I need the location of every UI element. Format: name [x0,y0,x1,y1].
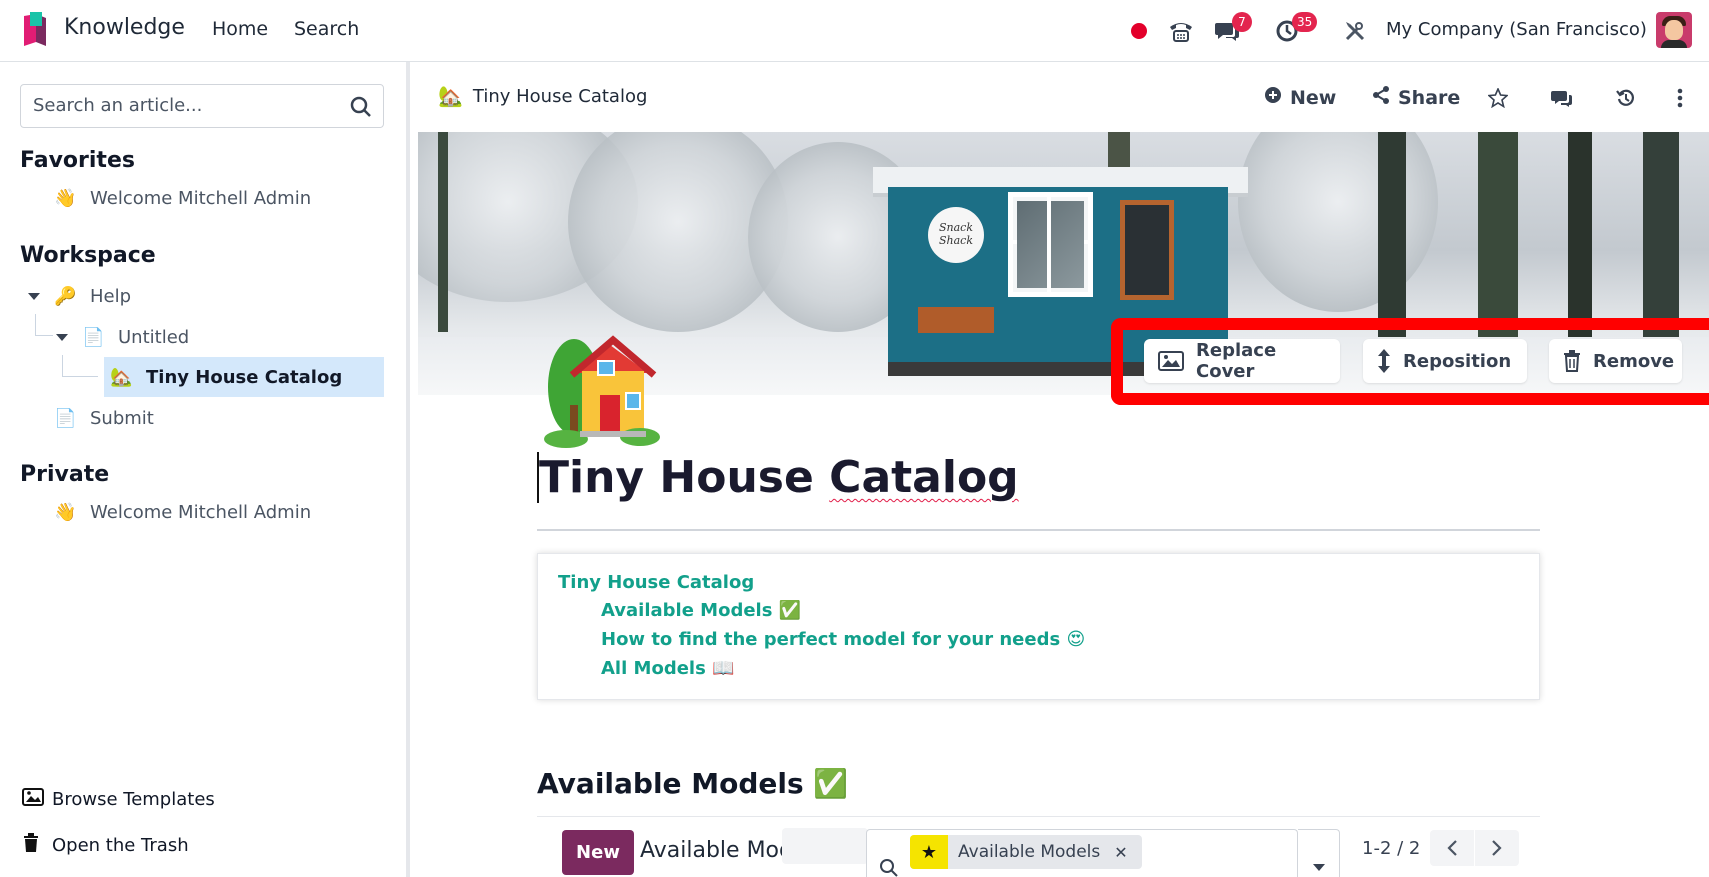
workspace-heading: Workspace [20,243,156,268]
tree-connector [62,355,98,377]
remove-label: Remove [1593,350,1675,372]
house-icon: 🏡 [110,366,133,388]
share-button[interactable]: Share [1372,86,1460,109]
pager-previous-button[interactable] [1430,830,1474,866]
collapse-untitled-caret-icon[interactable] [56,334,68,341]
breadcrumb: 🏡 Tiny House Catalog [438,84,647,108]
recording-indicator-icon[interactable] [1122,14,1156,48]
messages-count-badge: 7 [1232,12,1252,32]
share-icon [1372,86,1390,109]
tree-item-label: Help [90,285,132,307]
article-header-bar: 🏡 Tiny House Catalog New Share [414,62,1709,132]
article-search-input[interactable] [33,95,333,116]
tree-item-label: Tiny House Catalog [146,366,343,388]
toc-link[interactable]: How to find the perfect model for your n… [601,629,1085,650]
tree-item-label: Welcome Mitchell Admin [90,501,312,523]
search-icon [880,859,898,877]
reposition-button[interactable]: Reposition [1363,339,1527,383]
pager-next-button[interactable] [1475,830,1519,866]
image-icon [1158,351,1184,371]
house-icon: 🏡 [438,84,463,108]
document-icon: 📄 [82,326,105,348]
knowledge-app-icon[interactable] [22,12,48,48]
article-search-box[interactable] [20,84,384,128]
phone-icon[interactable] [1164,14,1198,48]
open-trash-button[interactable]: Open the Trash [22,833,189,858]
image-icon [22,788,52,811]
remove-facet-icon[interactable]: ✕ [1114,843,1127,862]
section-heading: Available Models ✅ [537,767,849,800]
star-filled-icon: ★ [910,835,948,869]
chevron-left-icon [1447,840,1457,856]
article-house-icon[interactable] [540,325,670,450]
key-icon: 🔑 [54,285,77,307]
workspace-item-submit[interactable]: 📄 Submit [54,398,154,438]
pager-value[interactable]: 1-2 / 2 [1362,838,1420,859]
embed-gear-ghost [782,828,868,864]
tree-item-label: Untitled [118,326,190,348]
more-options-icon[interactable] [1666,84,1694,112]
document-icon: 📄 [54,407,77,429]
chevron-right-icon [1492,840,1502,856]
snack-shack-sign: Snack Shack [928,207,984,263]
article-title-part2: Catalog [829,452,1019,503]
trash-icon [22,833,52,858]
new-label: New [1290,86,1337,109]
replace-cover-button[interactable]: Replace Cover [1144,339,1340,383]
embed-divider [537,816,1540,817]
reposition-label: Reposition [1403,350,1512,372]
favorites-heading: Favorites [20,148,135,173]
top-navbar: Knowledge Home Search 7 35 My Company (S… [0,0,1709,62]
search-options-toggle[interactable] [1298,829,1340,877]
breadcrumb-title[interactable]: Tiny House Catalog [473,86,647,107]
toc-link[interactable]: Tiny House Catalog [558,572,754,593]
menu-home[interactable]: Home [212,18,268,40]
open-trash-label: Open the Trash [52,835,189,856]
user-avatar[interactable] [1656,12,1692,48]
private-item-welcome[interactable]: 👋 Welcome Mitchell Admin [54,492,311,532]
share-label: Share [1398,86,1461,109]
tree-item-label: Welcome Mitchell Admin [90,187,312,209]
favorite-item-welcome[interactable]: 👋 Welcome Mitchell Admin [54,178,311,218]
browse-templates-label: Browse Templates [52,789,215,810]
vertical-arrows-icon [1377,348,1391,374]
toc-link[interactable]: All Models 📖 [601,658,734,679]
history-icon[interactable] [1612,84,1640,112]
article-title-part1: Tiny House [539,452,830,503]
replace-cover-label: Replace Cover [1196,340,1277,382]
activity-count-badge: 35 [1292,12,1318,32]
article-title[interactable]: Tiny House Catalog [537,452,1019,503]
tree-connector [35,314,53,336]
tree-item-label: Submit [90,407,154,429]
workspace-item-tiny-house-catalog[interactable]: 🏡 Tiny House Catalog [104,357,384,397]
menu-search[interactable]: Search [294,18,359,40]
facet-label: Available Models [958,842,1101,862]
table-of-contents: Tiny House Catalog Available Models ✅ Ho… [537,553,1540,700]
favorite-filter-facet[interactable]: ★ Available Models ✕ [910,835,1142,869]
wave-icon: 👋 [54,501,77,523]
comments-icon[interactable] [1548,84,1576,112]
trash-icon [1563,350,1581,372]
company-switcher[interactable]: My Company (San Francisco) [1386,19,1647,40]
collapse-help-caret-icon[interactable] [28,293,40,300]
debug-tools-icon[interactable] [1338,14,1372,48]
plus-circle-icon [1264,86,1282,109]
search-icon[interactable] [347,93,375,121]
app-name[interactable]: Knowledge [64,15,185,40]
workspace-item-help[interactable]: 🔑 Help [54,276,131,316]
wave-icon: 👋 [54,187,77,209]
embed-new-button[interactable]: New [562,830,634,875]
browse-templates-button[interactable]: Browse Templates [22,788,215,811]
new-article-button[interactable]: New [1264,86,1336,109]
remove-cover-button[interactable]: Remove [1549,339,1682,383]
private-heading: Private [20,462,110,487]
workspace-item-untitled[interactable]: 📄 Untitled [82,317,189,357]
title-divider [537,529,1540,531]
favorite-star-icon[interactable] [1484,84,1512,112]
chevron-down-icon [1313,864,1325,871]
toc-link[interactable]: Available Models ✅ [601,600,801,621]
sidebar: Favorites 👋 Welcome Mitchell Admin Works… [0,62,410,877]
